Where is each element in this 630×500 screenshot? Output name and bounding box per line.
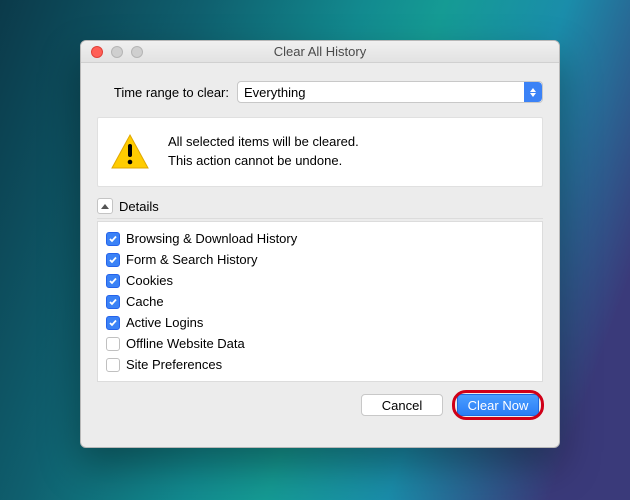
warning-panel: All selected items will be cleared. This…	[97, 117, 543, 187]
chevron-up-icon	[101, 204, 109, 209]
checkbox-label: Cache	[126, 294, 164, 309]
select-stepper-icon	[524, 82, 542, 102]
checkbox-label: Cookies	[126, 273, 173, 288]
checkbox[interactable]	[106, 337, 120, 351]
warning-line-2: This action cannot be undone.	[168, 152, 359, 171]
time-range-value: Everything	[244, 85, 305, 100]
time-range-label: Time range to clear:	[97, 85, 237, 100]
warning-text: All selected items will be cleared. This…	[168, 133, 359, 171]
clear-now-button[interactable]: Clear Now	[457, 394, 539, 416]
checkbox-row[interactable]: Browsing & Download History	[106, 228, 534, 249]
checkbox[interactable]	[106, 316, 120, 330]
details-disclosure-toggle[interactable]	[97, 198, 113, 214]
checkbox[interactable]	[106, 232, 120, 246]
time-range-row: Time range to clear: Everything	[97, 81, 543, 103]
cancel-button[interactable]: Cancel	[361, 394, 443, 416]
details-checklist: Browsing & Download History Form & Search…	[97, 221, 543, 382]
details-label: Details	[119, 199, 159, 214]
checkbox[interactable]	[106, 274, 120, 288]
checkbox-row[interactable]: Offline Website Data	[106, 333, 534, 354]
checkbox-label: Offline Website Data	[126, 336, 245, 351]
time-range-select[interactable]: Everything	[237, 81, 543, 103]
window-title: Clear All History	[81, 44, 559, 59]
checkbox-row[interactable]: Cookies	[106, 270, 534, 291]
checkbox-label: Site Preferences	[126, 357, 222, 372]
checkbox-row[interactable]: Active Logins	[106, 312, 534, 333]
titlebar: Clear All History	[81, 41, 559, 63]
cancel-button-label: Cancel	[382, 398, 422, 413]
dialog-window: Clear All History Time range to clear: E…	[80, 40, 560, 448]
checkbox[interactable]	[106, 253, 120, 267]
checkbox[interactable]	[106, 295, 120, 309]
checkbox-label: Active Logins	[126, 315, 203, 330]
checkbox-label: Form & Search History	[126, 252, 257, 267]
checkbox-row[interactable]: Form & Search History	[106, 249, 534, 270]
checkbox-row[interactable]: Cache	[106, 291, 534, 312]
checkbox[interactable]	[106, 358, 120, 372]
checkbox-row[interactable]: Site Preferences	[106, 354, 534, 375]
warning-line-1: All selected items will be cleared.	[168, 133, 359, 152]
details-header: Details	[97, 197, 543, 219]
button-row: Cancel Clear Now	[97, 394, 543, 416]
warning-icon	[110, 132, 150, 172]
checkbox-label: Browsing & Download History	[126, 231, 297, 246]
clear-now-button-label: Clear Now	[468, 398, 529, 413]
